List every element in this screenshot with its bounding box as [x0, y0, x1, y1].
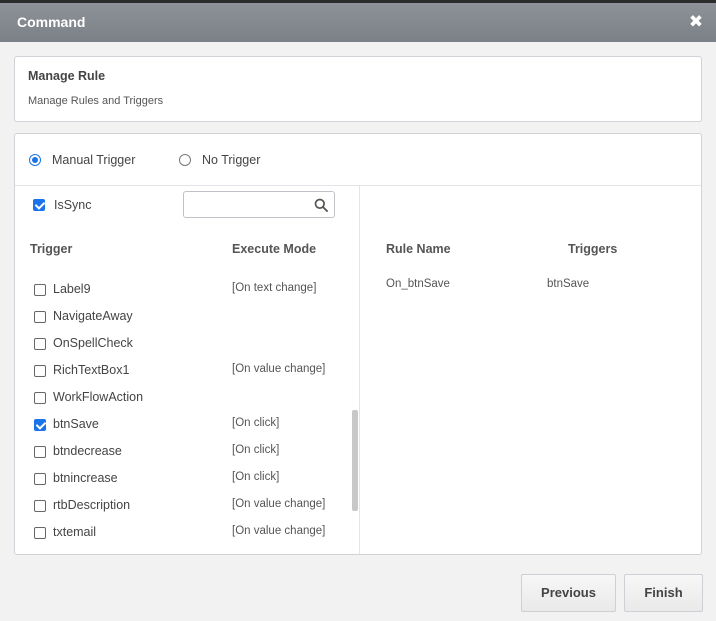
dialog-title: Command: [17, 14, 86, 30]
issync-label: IsSync: [54, 198, 92, 212]
no-trigger-radio[interactable]: No Trigger: [179, 152, 260, 168]
trigger-row[interactable]: btnincrease [On click]: [15, 463, 355, 490]
trigger-checkbox[interactable]: [34, 365, 46, 377]
trigger-name: rtbDescription: [53, 498, 131, 512]
trigger-checkbox[interactable]: [34, 392, 46, 404]
execute-mode-column-header: Execute Mode: [232, 242, 317, 256]
execute-mode: [On text change]: [232, 282, 317, 294]
manage-rule-panel: Manage Rule Manage Rules and Triggers: [14, 56, 702, 122]
execute-mode: [On click]: [232, 471, 280, 483]
close-icon[interactable]: ✖: [688, 11, 704, 33]
trigger-checkbox[interactable]: [34, 338, 46, 350]
trigger-row[interactable]: btndecrease [On click]: [15, 436, 355, 463]
trigger-row[interactable]: btnSave [On click]: [15, 409, 355, 436]
trigger-row[interactable]: NavigateAway: [15, 301, 355, 328]
trigger-name: btndecrease: [53, 444, 122, 458]
trigger-name: RichTextBox1: [53, 363, 130, 377]
trigger-checkbox[interactable]: [34, 311, 46, 323]
trigger-row[interactable]: rtbDescription [On value change]: [15, 490, 355, 517]
trigger-row[interactable]: RichTextBox1 [On value change]: [15, 355, 355, 382]
trigger-checkbox[interactable]: [34, 554, 46, 555]
trigger-checkbox[interactable]: [34, 473, 46, 485]
manage-rule-heading: Manage Rule: [28, 69, 106, 83]
issync-checkbox[interactable]: [33, 199, 45, 211]
triggers-column-header: Triggers: [568, 242, 618, 256]
trigger-name: WorkFlowAction: [53, 390, 144, 404]
execute-mode: [On value change]: [232, 498, 326, 510]
finish-button[interactable]: Finish: [624, 574, 703, 612]
search-icon[interactable]: [314, 198, 328, 212]
previous-button[interactable]: Previous: [521, 574, 616, 612]
dialog-titlebar: Command ✖: [0, 3, 716, 42]
trigger-name: NavigateAway: [53, 309, 133, 323]
trigger-search-input[interactable]: [188, 195, 308, 214]
manual-trigger-radio[interactable]: Manual Trigger: [29, 152, 135, 168]
trigger-row[interactable]: [15, 544, 355, 555]
trigger-checkbox[interactable]: [34, 446, 46, 458]
trigger-name: btnSave: [53, 417, 99, 431]
rule-triggers-cell[interactable]: btnSave: [547, 278, 589, 290]
execute-mode: [On value change]: [232, 363, 326, 375]
trigger-name: Label9: [53, 282, 91, 296]
trigger-list-scrollbar[interactable]: [352, 410, 358, 511]
trigger-list-pane: IsSync Trigger Execute Mode Label9 [On t…: [15, 186, 359, 555]
execute-mode: [On value change]: [232, 525, 326, 537]
radio-dot[interactable]: [179, 154, 191, 166]
trigger-checkbox[interactable]: [34, 527, 46, 539]
no-trigger-label: No Trigger: [202, 153, 261, 167]
rule-name-column-header: Rule Name: [386, 242, 451, 256]
trigger-name: btnincrease: [53, 471, 118, 485]
trigger-checkbox[interactable]: [34, 419, 46, 431]
issync-option[interactable]: IsSync: [33, 198, 92, 212]
execute-mode: [On click]: [232, 444, 280, 456]
trigger-search-box[interactable]: [183, 191, 335, 218]
rules-pane: Rule Name Triggers On_btnSave btnSave: [360, 186, 701, 554]
trigger-name: OnSpellCheck: [53, 336, 133, 350]
trigger-row[interactable]: Label9 [On text change]: [15, 274, 355, 301]
trigger-row[interactable]: txtemail [On value change]: [15, 517, 355, 544]
trigger-rows: Label9 [On text change] NavigateAway OnS…: [15, 274, 355, 555]
trigger-column-header: Trigger: [30, 242, 73, 256]
trigger-checkbox[interactable]: [34, 284, 46, 296]
trigger-checkbox[interactable]: [34, 500, 46, 512]
trigger-name: txtemail: [53, 525, 97, 539]
rule-name-cell[interactable]: On_btnSave: [386, 278, 450, 290]
radio-dot[interactable]: [29, 154, 41, 166]
manage-rule-subheading: Manage Rules and Triggers: [28, 95, 164, 107]
rule-editor-panel: Manual Trigger No Trigger IsSync Trigger…: [14, 133, 702, 555]
trigger-type-group: Manual Trigger No Trigger: [15, 134, 701, 186]
manual-trigger-label: Manual Trigger: [52, 153, 136, 167]
trigger-row[interactable]: OnSpellCheck: [15, 328, 355, 355]
execute-mode: [On click]: [232, 417, 280, 429]
trigger-row[interactable]: WorkFlowAction: [15, 382, 355, 409]
